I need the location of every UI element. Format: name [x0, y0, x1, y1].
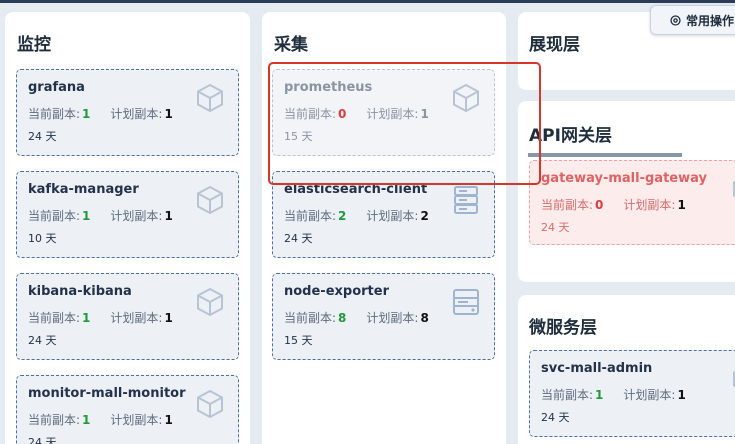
current-replicas-label: 当前副本:: [28, 107, 81, 121]
replica-row: 当前副本: 0 计划副本: 1: [541, 196, 686, 213]
server-panel-icon: [450, 286, 482, 318]
current-replicas-label: 当前副本:: [28, 413, 81, 427]
current-replicas-value: 1: [82, 209, 91, 223]
title-underline: [528, 153, 682, 157]
service-card[interactable]: kafka-manager 当前副本: 1 计划副本: 1 10 天: [16, 171, 239, 258]
planned-replicas-value: 1: [164, 209, 173, 223]
service-name: node-exporter: [284, 284, 389, 299]
current-replicas-label: 当前副本:: [284, 311, 337, 325]
planned-replicas-value: 1: [164, 107, 173, 121]
panel-title: 微服务层: [529, 318, 597, 338]
cube-icon: [730, 173, 735, 205]
service-name: gateway-mall-gateway: [541, 171, 707, 186]
panel-title: 监控: [17, 35, 51, 55]
panel-title: API网关层: [529, 126, 612, 146]
replica-row: 当前副本: 1 计划副本: 1: [28, 411, 173, 428]
current-replicas-label: 当前副本:: [28, 209, 81, 223]
current-replicas-value: 1: [595, 388, 604, 402]
current-replicas-value: 8: [338, 311, 347, 325]
service-card[interactable]: node-exporter 当前副本: 8 计划副本: 8 15 天: [272, 273, 495, 360]
cube-icon: [194, 184, 226, 216]
planned-replicas-label: 计划副本:: [110, 311, 163, 325]
planned-replicas-value: 8: [420, 311, 429, 325]
replica-row: 当前副本: 1 计划副本: 1: [541, 386, 686, 403]
current-replicas-value: 2: [338, 209, 347, 223]
current-replicas-value: 1: [82, 413, 91, 427]
current-replicas-value: 0: [595, 198, 604, 212]
uptime-days: 24 天: [284, 232, 313, 245]
service-card[interactable]: gateway-mall-gateway当前副本:0计划副本:124 天E: [529, 160, 735, 245]
planned-replicas-label: 计划副本:: [623, 198, 676, 212]
uptime-days: 24 天: [541, 221, 570, 234]
uptime-days: 15 天: [284, 334, 313, 347]
current-replicas-label: 当前副本:: [284, 107, 337, 121]
service-name: grafana: [28, 80, 85, 95]
uptime-days: 24 天: [28, 130, 57, 143]
current-replicas-label: 当前副本:: [28, 311, 81, 325]
current-replicas-label: 当前副本:: [284, 209, 337, 223]
planned-replicas-label: 计划副本:: [110, 107, 163, 121]
replica-row: 当前副本: 1 计划副本: 1: [28, 309, 173, 326]
panel-title: 展现层: [529, 35, 580, 55]
service-card[interactable]: kibana-kibana 当前副本: 1 计划副本: 1 24 天: [16, 273, 239, 360]
uptime-days: 10 天: [28, 232, 57, 245]
replica-row: 当前副本: 0 计划副本: 1: [284, 105, 429, 122]
current-replicas-value: 1: [82, 107, 91, 121]
replica-row: 当前副本: 1 计划副本: 1: [28, 207, 173, 224]
replica-row: 当前副本: 8 计划副本: 8: [284, 309, 429, 326]
replica-row: 当前副本: 2 计划副本: 2: [284, 207, 429, 224]
panel-title: 采集: [274, 35, 308, 55]
service-card[interactable]: grafana 当前副本: 1 计划副本: 1 24 天: [16, 69, 239, 156]
gear-icon: [670, 15, 681, 26]
cube-icon: [194, 82, 226, 114]
cube-icon: [194, 388, 226, 420]
service-card[interactable]: prometheus 当前副本: 0 计划副本: 1 15 天: [272, 69, 495, 156]
uptime-days: 24 天: [28, 436, 57, 444]
service-name: kibana-kibana: [28, 284, 132, 299]
planned-replicas-label: 计划副本:: [623, 388, 676, 402]
current-replicas-label: 当前副本:: [541, 198, 594, 212]
planned-replicas-label: 计划副本:: [110, 413, 163, 427]
planned-replicas-label: 计划副本:: [110, 209, 163, 223]
current-replicas-value: 1: [82, 311, 91, 325]
service-name: kafka-manager: [28, 182, 139, 197]
current-replicas-value: 0: [338, 107, 347, 121]
server-stack-icon: [450, 184, 482, 216]
planned-replicas-value: 2: [420, 209, 429, 223]
common-ops-button[interactable]: 常用操作: [650, 5, 735, 35]
top-bar: [0, 0, 735, 3]
planned-replicas-value: 1: [164, 413, 173, 427]
planned-replicas-label: 计划副本:: [366, 107, 419, 121]
planned-replicas-value: 1: [677, 388, 686, 402]
service-card[interactable]: monitor-mall-monitor 当前副本: 1 计划副本: 1 24 天: [16, 375, 239, 444]
service-card[interactable]: svc-mall-admin 当前副本: 1 计划副本: 1 24 天: [529, 350, 735, 437]
planned-replicas-label: 计划副本:: [366, 209, 419, 223]
replica-row: 当前副本: 1 计划副本: 1: [28, 105, 173, 122]
cube-icon: [730, 363, 735, 395]
service-name: elasticsearch-client: [284, 182, 428, 197]
planned-replicas-value: 1: [164, 311, 173, 325]
common-ops-label: 常用操作: [686, 13, 735, 28]
service-name: prometheus: [284, 80, 373, 95]
uptime-days: 24 天: [541, 411, 570, 424]
planned-replicas-label: 计划副本:: [366, 311, 419, 325]
uptime-days: 24 天: [28, 334, 57, 347]
service-name: monitor-mall-monitor: [28, 386, 186, 401]
cube-icon: [194, 286, 226, 318]
service-name: svc-mall-admin: [541, 361, 653, 376]
uptime-days: 15 天: [284, 130, 313, 143]
service-card[interactable]: elasticsearch-client 当前副本: 2 计划副本: 2 24 天: [272, 171, 495, 258]
current-replicas-label: 当前副本:: [541, 388, 594, 402]
planned-replicas-value: 1: [677, 198, 686, 212]
planned-replicas-value: 1: [420, 107, 429, 121]
cube-icon: [450, 82, 482, 114]
